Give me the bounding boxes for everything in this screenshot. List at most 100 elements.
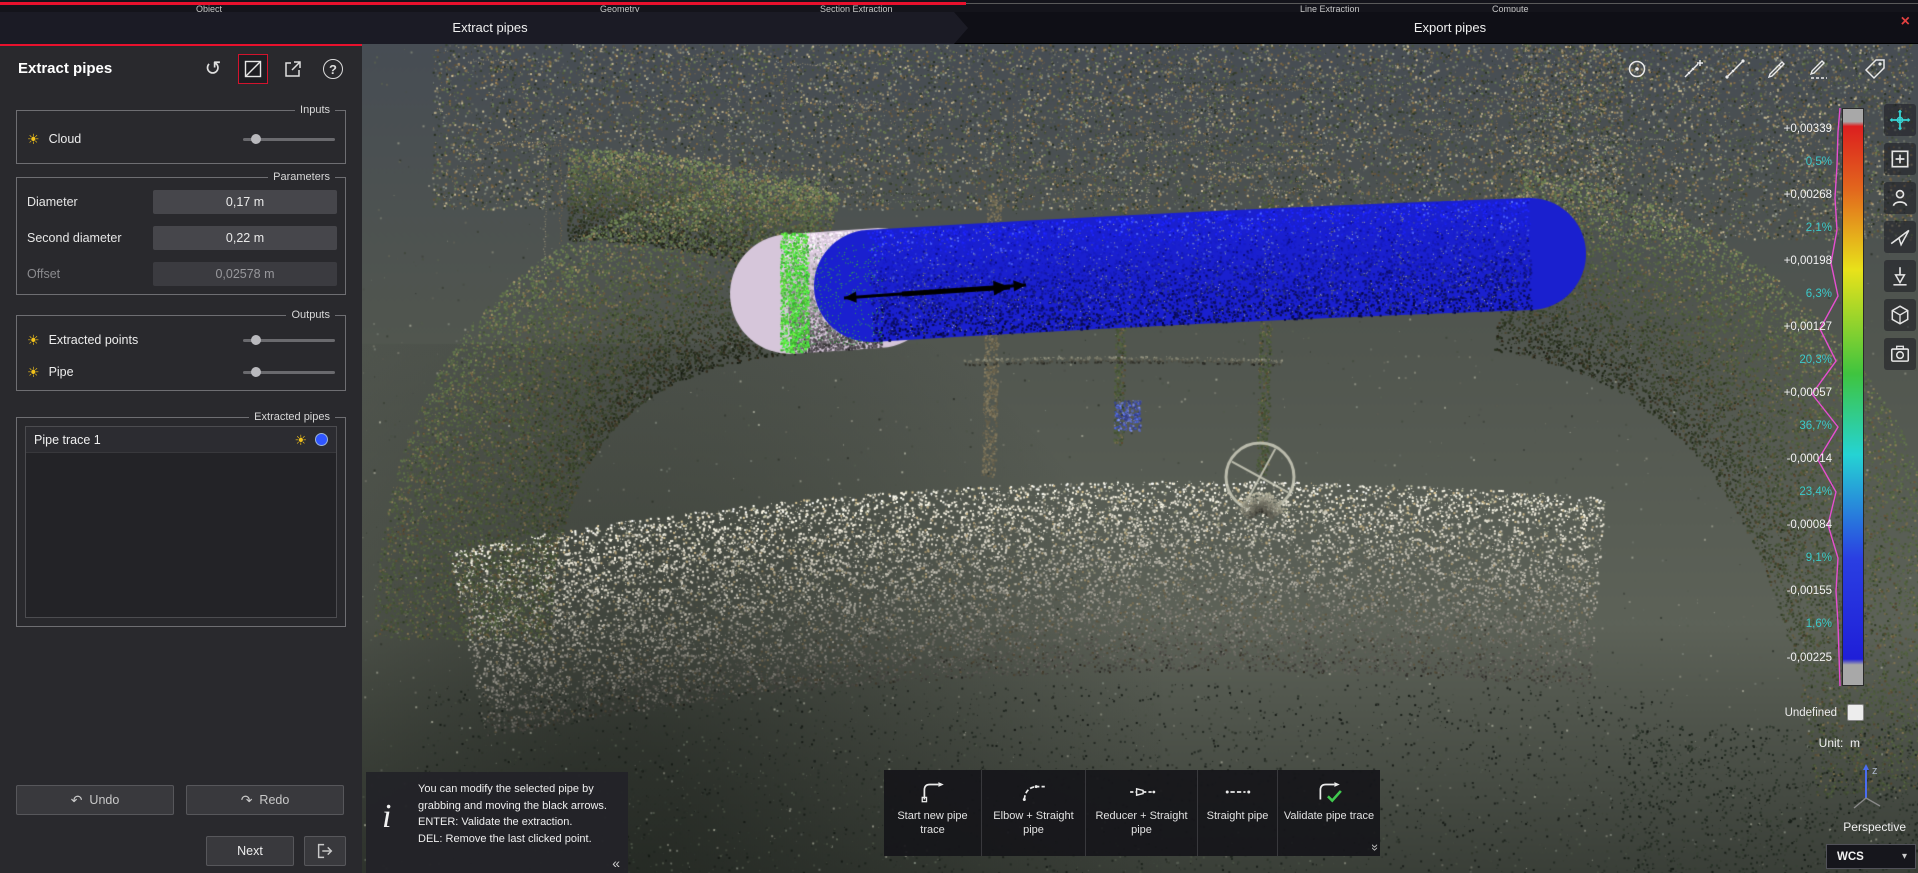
undefined-row: Undefined	[1785, 704, 1864, 721]
undo-icon: ↶	[71, 792, 83, 809]
parameters-caption: Parameters	[268, 171, 335, 183]
diameter-row: Diameter 0,17 m	[27, 190, 337, 216]
elbow-straight-pipe-button[interactable]: Elbow + Straight pipe	[982, 770, 1086, 856]
expand-toolbar-icon[interactable]: »	[1368, 844, 1383, 851]
coordinate-system-dropdown[interactable]: WCS ▾	[1826, 844, 1916, 869]
second-diameter-label: Second diameter	[27, 226, 122, 250]
redo-button[interactable]: ↷ Redo	[186, 785, 344, 815]
observer-view-icon[interactable]	[1884, 182, 1916, 214]
start-new-pipe-trace-button[interactable]: Start new pipe trace	[884, 770, 982, 856]
workflow-remaining-line	[966, 3, 1918, 4]
colorbar-percent: 20,3%	[1799, 355, 1832, 367]
extracted-points-label: Extracted points	[49, 333, 139, 347]
redo-icon: ↷	[241, 792, 253, 809]
slider-handle[interactable]	[251, 134, 261, 144]
projection-label[interactable]: Perspective	[1843, 820, 1906, 834]
inputs-caption: Inputs	[295, 104, 335, 116]
pan-view-icon[interactable]	[1884, 104, 1916, 136]
visibility-sun-icon[interactable]: ☀	[294, 433, 307, 447]
diagonal-selection-icon	[242, 58, 264, 80]
list-item-pipe-trace[interactable]: Pipe trace 1 ☀	[26, 427, 336, 453]
second-diameter-field[interactable]: 0,22 m	[153, 226, 337, 250]
annotate-measure-icon[interactable]	[1762, 54, 1792, 84]
zoom-on-box-icon[interactable]	[1884, 143, 1916, 175]
colorbar-percent: 23,4%	[1799, 487, 1832, 499]
exit-door-icon	[315, 841, 335, 861]
workflow-stage-strip: Object Geometry Section Extraction Line …	[0, 0, 1918, 12]
viewport-toolbar	[1622, 54, 1890, 84]
visibility-sun-icon[interactable]: ☀	[27, 333, 40, 347]
deviation-colorbar[interactable]	[1842, 108, 1864, 686]
slider-handle[interactable]	[251, 367, 261, 377]
visibility-sun-icon[interactable]: ☀	[27, 132, 40, 146]
close-icon[interactable]: ×	[1901, 14, 1910, 30]
pipe-trace-label: Pipe trace 1	[34, 433, 286, 447]
next-button[interactable]: Next	[206, 836, 294, 866]
extracted-pipes-caption: Extracted pipes	[249, 411, 335, 423]
workflow-step-bar: Extract pipes Export pipes	[0, 12, 1918, 44]
slider-handle[interactable]	[251, 335, 261, 345]
undefined-checkbox[interactable]	[1847, 704, 1864, 721]
exit-button[interactable]	[304, 836, 346, 866]
undo-button[interactable]: ↶ Undo	[16, 785, 174, 815]
stage-tab-line-extraction[interactable]: Line Extraction	[1300, 4, 1360, 12]
info-box: i You can modify the selected pipe by gr…	[366, 772, 628, 873]
undefined-label: Undefined	[1785, 707, 1837, 719]
colorbar-percent: 6,3%	[1806, 289, 1832, 301]
pipe-trace-icon	[919, 780, 947, 804]
collapse-icon[interactable]: «	[612, 855, 620, 871]
validate-pipe-trace-button[interactable]: Validate pipe trace	[1278, 770, 1380, 856]
pipe-opacity-slider[interactable]	[243, 371, 335, 374]
stage-tab-compute[interactable]: Compute	[1492, 4, 1529, 12]
pipe-color-swatch[interactable]	[315, 433, 328, 446]
elbow-pipe-icon	[1020, 780, 1048, 804]
parameters-group: Parameters Diameter 0,17 m Second diamet…	[16, 177, 346, 295]
undo-label: Undo	[89, 793, 119, 807]
fly-through-icon[interactable]	[1884, 221, 1916, 253]
stage-tab-section-extraction[interactable]: Section Extraction	[820, 4, 893, 12]
help-icon[interactable]: ?	[318, 54, 348, 84]
cloud-opacity-slider[interactable]	[243, 138, 335, 141]
colorbar-value: -0,00155	[1787, 586, 1832, 598]
extracted-points-slider[interactable]	[243, 339, 335, 342]
colorbar-value: +0,00268	[1784, 190, 1832, 202]
colorbar-value: +0,00057	[1784, 388, 1832, 400]
export-selection-icon[interactable]	[278, 54, 308, 84]
outputs-group: Outputs ☀ Extracted points ☀ Pipe	[16, 315, 346, 391]
panel-toolbar: ↺ ?	[198, 54, 348, 84]
history-icon[interactable]: ↺	[198, 54, 228, 84]
colorbar-percent: 36,7%	[1799, 421, 1832, 433]
diameter-field[interactable]: 0,17 m	[153, 190, 337, 214]
measure-distance-icon[interactable]	[1720, 54, 1750, 84]
extracted-points-row: ☀ Extracted points	[27, 327, 335, 353]
extracted-pipes-list: Pipe trace 1 ☀	[25, 426, 337, 618]
viewport-3d[interactable]	[362, 44, 1918, 873]
info-icon: i	[382, 798, 391, 836]
colorbar-percent: 1,6%	[1806, 619, 1832, 631]
label-tag-icon[interactable]	[1860, 54, 1890, 84]
second-diameter-row: Second diameter 0,22 m	[27, 226, 337, 252]
straight-pipe-button[interactable]: Straight pipe	[1198, 770, 1278, 856]
visibility-sun-icon[interactable]: ☀	[27, 365, 40, 379]
measure-point-icon[interactable]	[1678, 54, 1708, 84]
interest-point-icon[interactable]	[1622, 54, 1652, 84]
annotate-measure-alt-icon[interactable]	[1804, 54, 1834, 84]
axis-gizmo[interactable]: z	[1840, 758, 1892, 812]
export-arrow-icon	[282, 58, 304, 80]
validate-pipe-trace-icon	[1315, 780, 1343, 804]
colorbar-value: -0,00084	[1787, 520, 1832, 532]
reducer-straight-pipe-button[interactable]: Reducer + Straight pipe	[1086, 770, 1198, 856]
plumb-level-icon[interactable]	[1884, 260, 1916, 292]
panel-header: Extract pipes ↺	[0, 46, 362, 92]
cube-view-icon[interactable]	[1884, 299, 1916, 331]
step-export-pipes[interactable]: Export pipes	[1360, 12, 1540, 44]
stage-tab-geometry[interactable]: Geometry	[600, 4, 640, 12]
capture-image-icon[interactable]	[1884, 338, 1916, 370]
stage-tab-object[interactable]: Object	[196, 4, 222, 12]
step-extract-pipes[interactable]: Extract pipes	[400, 12, 580, 44]
view-navigation-toolbar	[1884, 104, 1916, 370]
viewport-3d-scene[interactable]	[362, 44, 1918, 873]
colorbar-value: +0,00198	[1784, 256, 1832, 268]
button-label: Start new pipe trace	[884, 810, 981, 838]
selection-tool-icon[interactable]	[238, 54, 268, 84]
